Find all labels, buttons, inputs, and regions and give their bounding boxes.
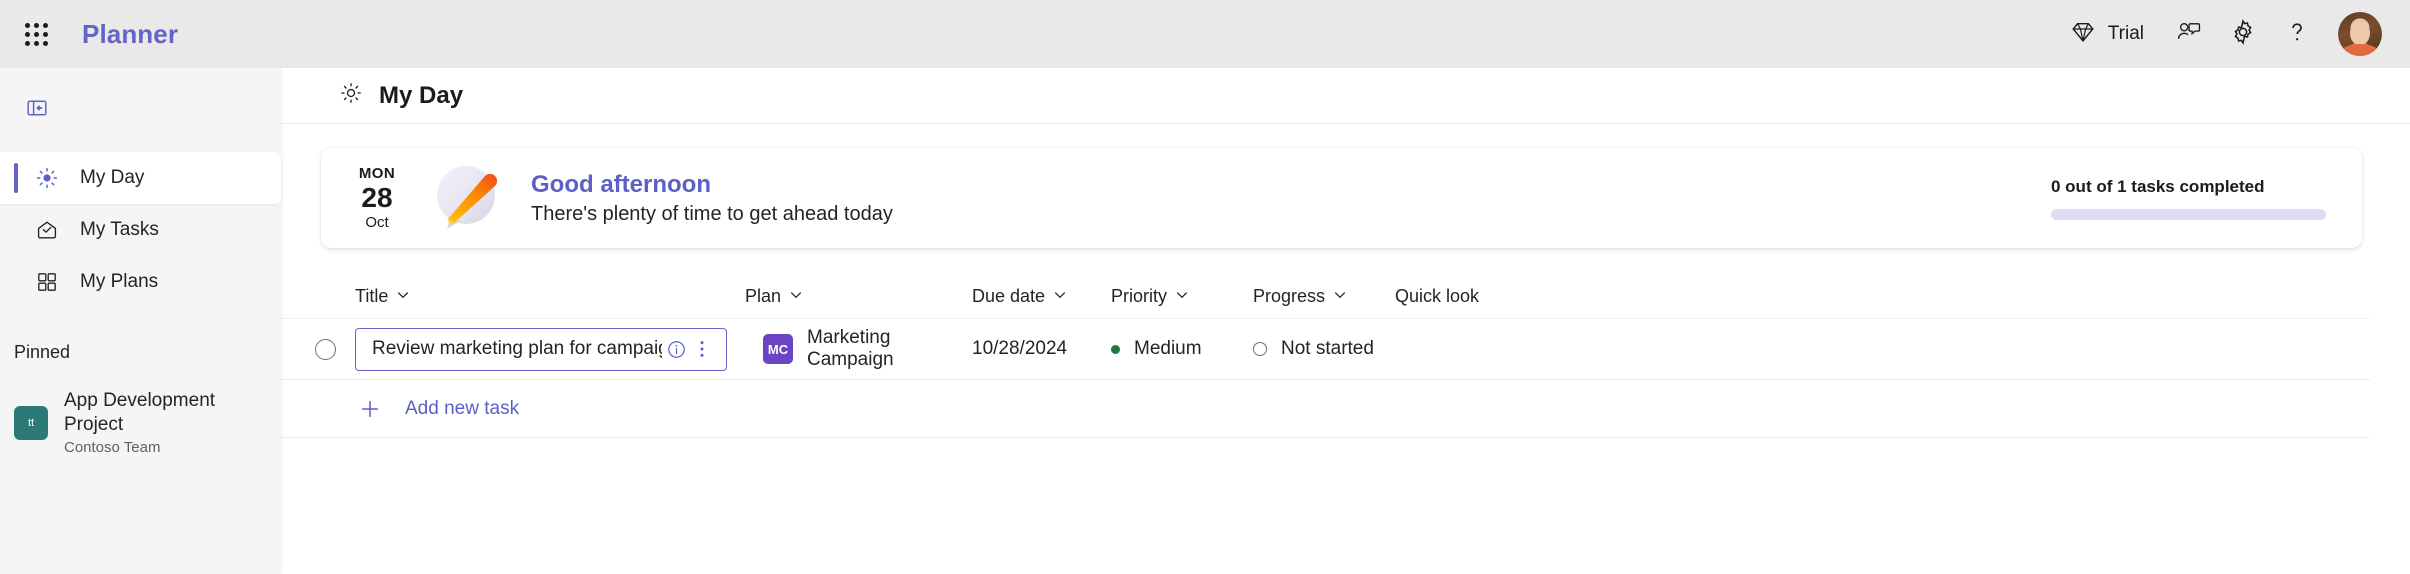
trial-button[interactable]: Trial	[2052, 10, 2162, 58]
date-day-number: 28	[361, 182, 393, 214]
app-title[interactable]: Planner	[82, 19, 178, 50]
column-header-priority[interactable]: Priority	[1111, 286, 1253, 307]
avatar-shoulders	[2341, 44, 2379, 56]
greeting-card: MON 28 Oct Good afternoon There's plenty…	[321, 148, 2362, 248]
collapse-panel-button[interactable]	[20, 93, 54, 127]
column-header-due-date[interactable]: Due date	[972, 286, 1111, 307]
app-launcher-icon[interactable]	[14, 12, 58, 56]
pinned-section-title: Pinned	[14, 342, 71, 362]
pinned-plan-texts: App Development Project Contoso Team	[64, 389, 269, 457]
add-new-task-button[interactable]: Add new task	[281, 380, 2370, 438]
more-options-icon[interactable]	[690, 335, 714, 363]
not-started-icon	[1253, 342, 1267, 356]
sun-icon	[34, 165, 60, 191]
sidebar-item-label: My Plans	[80, 271, 159, 292]
chevron-down-icon	[396, 286, 410, 307]
task-complete-cell	[281, 338, 355, 360]
topbar-actions: Trial	[2052, 10, 2382, 58]
chevron-down-icon	[1053, 286, 1067, 307]
app-body: My Day My Tasks My Plans Pinned tt App D…	[0, 68, 2410, 574]
plus-icon	[357, 396, 383, 422]
greeting-title: Good afternoon	[531, 170, 711, 198]
table-row: Review marketing plan for campaign budge…	[281, 318, 2370, 380]
help-button[interactable]	[2270, 10, 2324, 58]
column-label: Progress	[1253, 285, 1326, 306]
column-label: Due date	[972, 285, 1046, 306]
plan-badge: MC	[763, 334, 793, 364]
avatar-face	[2350, 21, 2370, 45]
gear-icon	[2229, 18, 2257, 51]
task-title-cell: Review marketing plan for campaign budge…	[355, 327, 745, 371]
column-label: Title	[355, 285, 389, 306]
sidebar-item-label: My Day	[80, 167, 145, 188]
task-plan-cell[interactable]: MC Marketing Campaign	[745, 327, 972, 371]
grid-icon	[34, 269, 60, 295]
sun-icon	[339, 81, 363, 110]
tasks-progress-label: 0 out of 1 tasks completed	[2051, 176, 2265, 196]
tasks-inbox-icon	[34, 217, 60, 243]
column-header-progress[interactable]: Progress	[1253, 286, 1395, 307]
feedback-icon	[2175, 18, 2203, 51]
task-title-input[interactable]: Review marketing plan for campaign budge…	[355, 327, 727, 371]
task-title-text: Review marketing plan for campaign budge…	[372, 338, 662, 359]
column-header-quick-look: Quick look	[1395, 286, 1555, 307]
task-due-date-cell[interactable]: 10/28/2024	[972, 338, 1111, 360]
top-app-bar: Planner Trial	[0, 0, 2410, 68]
tasks-table: Title Plan Due date Priority Progress Qu…	[281, 274, 2410, 438]
task-priority-cell[interactable]: Medium	[1111, 338, 1253, 360]
column-label: Plan	[745, 285, 782, 306]
task-due-date: 10/28/2024	[972, 338, 1068, 359]
tasks-table-header: Title Plan Due date Priority Progress Qu…	[281, 274, 2370, 318]
main-content: My Day MON 28 Oct Good afternoon There's…	[281, 68, 2410, 574]
sidebar-nav: My Day My Tasks My Plans	[0, 152, 281, 308]
column-label: Quick look	[1395, 285, 1480, 306]
planner-app: Planner Trial My Day My Tasks My Plans P…	[0, 0, 2410, 574]
task-plan-name: Marketing Campaign	[807, 327, 894, 370]
greeting-subtitle: There's plenty of time to get ahead toda…	[531, 202, 893, 225]
column-header-title[interactable]: Title	[355, 286, 745, 307]
priority-dot-icon	[1111, 344, 1120, 354]
info-icon[interactable]	[662, 335, 690, 363]
plan-avatar: tt	[14, 406, 48, 441]
avatar[interactable]	[2338, 12, 2382, 56]
help-icon	[2283, 18, 2311, 51]
task-priority: Medium	[1134, 338, 1202, 359]
collapse-panel-icon	[25, 96, 49, 125]
pencil-bubble-illustration	[427, 159, 505, 237]
trial-label: Trial	[2107, 23, 2144, 44]
task-progress-cell[interactable]: Not started	[1253, 338, 1395, 360]
page-title: My Day	[379, 81, 464, 109]
diamond-icon	[2070, 19, 2096, 50]
sidebar: My Day My Tasks My Plans Pinned tt App D…	[0, 68, 281, 574]
page-header: My Day	[281, 68, 2410, 124]
sidebar-item-my-plans[interactable]: My Plans	[0, 256, 281, 308]
task-complete-checkbox[interactable]	[315, 338, 336, 360]
task-progress: Not started	[1281, 338, 1374, 359]
chevron-down-icon	[789, 286, 803, 307]
column-label: Priority	[1111, 285, 1168, 306]
pinned-plan-subtitle: Contoso Team	[64, 438, 161, 456]
sidebar-item-label: My Tasks	[80, 219, 159, 240]
greeting-texts: Good afternoon There's plenty of time to…	[531, 171, 893, 226]
sidebar-collapse-row	[0, 82, 281, 138]
pinned-plan-name: App Development Project	[64, 390, 216, 435]
chevron-down-icon	[1333, 286, 1347, 307]
date-day-of-week: MON	[358, 164, 396, 182]
sidebar-item-my-tasks[interactable]: My Tasks	[0, 204, 281, 256]
sidebar-item-my-day[interactable]: My Day	[0, 152, 281, 204]
settings-button[interactable]	[2216, 10, 2270, 58]
greeting-area: MON 28 Oct Good afternoon There's plenty…	[281, 124, 2410, 248]
tasks-progress-bar	[2051, 208, 2326, 220]
date-month: Oct	[365, 213, 389, 231]
feedback-button[interactable]	[2162, 10, 2216, 58]
tasks-progress: 0 out of 1 tasks completed	[2051, 177, 2326, 220]
pinned-plan-item[interactable]: tt App Development Project Contoso Team	[0, 381, 281, 465]
add-new-task-label: Add new task	[405, 397, 520, 419]
chevron-down-icon	[1175, 286, 1189, 307]
date-block: MON 28 Oct	[351, 164, 403, 231]
column-header-plan[interactable]: Plan	[745, 286, 972, 307]
